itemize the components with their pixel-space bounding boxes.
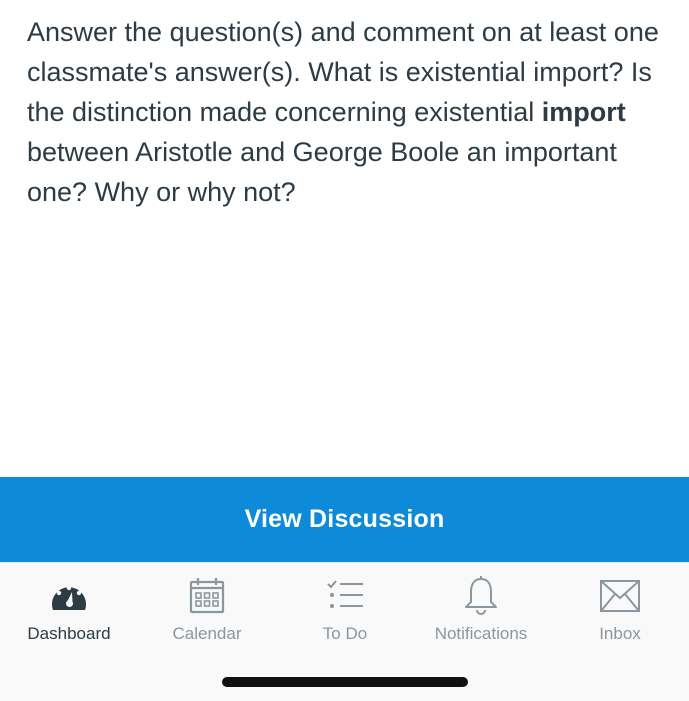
prompt-bold-text: import: [541, 97, 626, 127]
tab-inbox-label: Inbox: [599, 624, 641, 643]
tab-todo-label: To Do: [322, 624, 368, 643]
tab-todo[interactable]: To Do: [276, 563, 414, 663]
envelope-icon: [598, 573, 642, 619]
dashboard-icon: [47, 573, 91, 619]
discussion-prompt: Answer the question(s) and comment on at…: [27, 12, 667, 212]
tab-dashboard[interactable]: Dashboard: [0, 563, 138, 663]
tab-dashboard-label: Dashboard: [27, 624, 111, 643]
tab-notifications[interactable]: Notifications: [412, 563, 550, 663]
calendar-icon: [187, 573, 227, 619]
tab-calendar[interactable]: Calendar: [138, 563, 276, 663]
tab-notifications-label: Notifications: [434, 624, 528, 643]
prompt-text-end: between Aristotle and George Boole an im…: [27, 137, 617, 207]
todo-list-icon: [325, 573, 365, 619]
tab-inbox[interactable]: Inbox: [551, 563, 689, 663]
view-discussion-label: View Discussion: [244, 505, 445, 533]
bell-icon: [461, 573, 501, 619]
tab-calendar-label: Calendar: [172, 624, 242, 643]
home-indicator[interactable]: [222, 677, 468, 687]
view-discussion-button[interactable]: View Discussion: [0, 477, 689, 562]
